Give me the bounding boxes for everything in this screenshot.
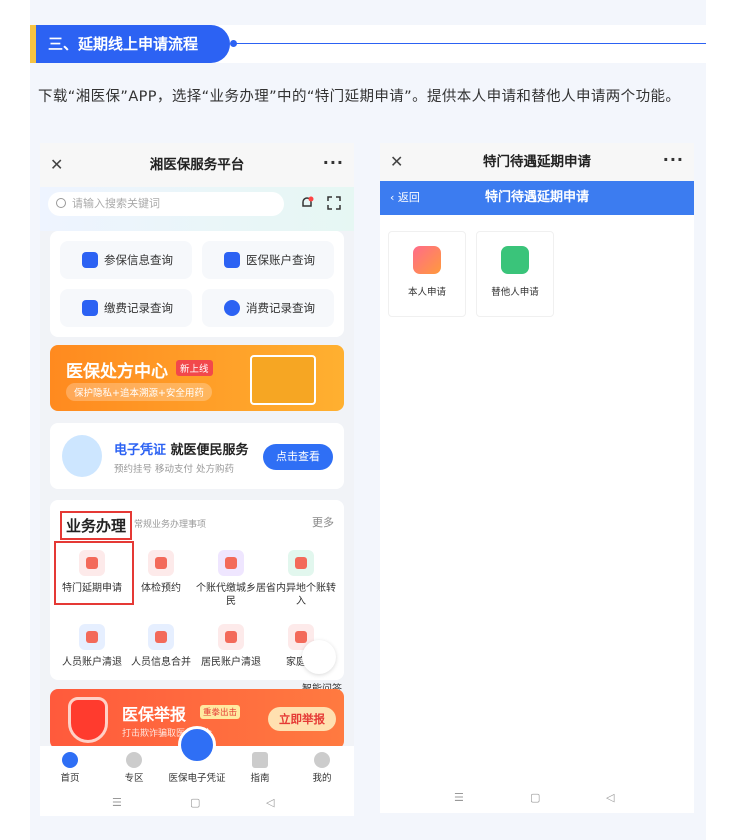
home-nav-icon[interactable]: ▢ [530, 791, 540, 804]
wallet-icon [218, 550, 244, 576]
home-nav-icon[interactable]: ▢ [190, 796, 200, 809]
back-button[interactable]: ‹ 返回 [390, 181, 420, 215]
app-title-bar: ✕ 特门待遇延期申请 ··· [380, 143, 694, 181]
more-icon[interactable]: ··· [323, 143, 344, 187]
page-header: ‹ 返回 特门待遇延期申请 [380, 181, 694, 215]
proxy-apply-option[interactable]: 替他人申请 [476, 231, 554, 317]
merge-info-item[interactable]: 人员信息合并 [124, 624, 198, 669]
business-title: 业务办理 [60, 511, 133, 540]
app-home-screenshot: ✕ 湘医保服务平台 ··· 请输入搜索关键词 参保信息查询 医保账户查询 缴费记… [40, 143, 354, 816]
section-divider [234, 43, 706, 44]
system-nav: ☰ ▢ ◁ [380, 787, 694, 811]
search-input[interactable]: 请输入搜索关键词 [48, 192, 284, 216]
clipboard-icon [501, 246, 529, 274]
headset-icon[interactable] [302, 640, 336, 674]
view-button[interactable]: 点击查看 [263, 444, 333, 470]
intro-text: 下载“湘医保”APP，选择“业务办理”中的“特门延期申请”。提供本人申请和替他人… [38, 89, 681, 105]
insurance-info-button[interactable]: 参保信息查询 [60, 241, 192, 279]
tab-zone[interactable]: 专区 [104, 770, 164, 784]
card-icon [82, 252, 98, 268]
highlight-box [54, 541, 134, 605]
account-query-button[interactable]: 医保账户查询 [202, 241, 334, 279]
wallet-icon [224, 252, 240, 268]
scan-icon[interactable] [327, 196, 341, 210]
id-card-icon [413, 246, 441, 274]
page-title: 特门待遇延期申请 [484, 190, 589, 205]
bell-icon[interactable] [300, 196, 314, 210]
guide-icon [252, 752, 268, 768]
close-icon[interactable]: ✕ [390, 143, 403, 181]
evoucher-subtitle: 预约挂号 移动支付 处方购药 [114, 464, 235, 475]
back-icon[interactable]: ◁ [266, 796, 274, 809]
evoucher-card: 电子凭证 就医便民服务 预约挂号 移动支付 处方购药 点击查看 [50, 423, 344, 489]
app-title: 特门待遇延期申请 [483, 154, 591, 170]
business-subtitle: 常规业务办理事项 [134, 520, 207, 530]
profile-icon [314, 752, 330, 768]
tab-guide[interactable]: 指南 [230, 770, 290, 784]
yuan-icon [224, 300, 240, 316]
zone-icon [126, 752, 142, 768]
proxy-payment-item[interactable]: 个账代缴城乡居民 [194, 550, 268, 608]
transfer-item[interactable]: 省内异地个账转入 [264, 550, 338, 608]
section-title: 三、延期线上申请流程 [36, 25, 230, 63]
person-icon [79, 624, 105, 650]
house-icon [218, 624, 244, 650]
menu-icon[interactable]: ☰ [112, 796, 122, 809]
tab-evoucher[interactable]: 医保电子凭证 [160, 770, 234, 784]
person-icon [148, 624, 174, 650]
extension-screenshot: ✕ 特门待遇延期申请 ··· ‹ 返回 特门待遇延期申请 本人申请 替他人申请 … [380, 143, 694, 813]
section-divider-dot [230, 40, 237, 47]
tab-mine[interactable]: 我的 [292, 770, 352, 784]
shield-icon [68, 697, 108, 743]
card-icon [82, 300, 98, 316]
more-icon[interactable]: ··· [663, 143, 684, 181]
self-apply-option[interactable]: 本人申请 [388, 231, 466, 317]
search-icon [56, 198, 66, 208]
tab-home[interactable]: 首页 [40, 770, 100, 784]
home-icon [62, 752, 78, 768]
more-link[interactable]: 更多 [312, 514, 334, 530]
report-button[interactable]: 立即举报 [268, 707, 336, 731]
doctor-avatar [62, 435, 102, 477]
house-icon [148, 550, 174, 576]
payment-record-button[interactable]: 缴费记录查询 [60, 289, 192, 327]
quick-query-card: 参保信息查询 医保账户查询 缴费记录查询 消费记录查询 [50, 231, 344, 337]
qrcode-icon[interactable] [178, 726, 216, 764]
menu-icon[interactable]: ☰ [454, 791, 464, 804]
consumption-record-button[interactable]: 消费记录查询 [202, 289, 334, 327]
transfer-icon [288, 550, 314, 576]
pharmacy-illustration [250, 355, 316, 405]
account-clear-item[interactable]: 人员账户清退 [55, 624, 129, 669]
app-title-bar: ✕ 湘医保服务平台 ··· [40, 143, 354, 187]
app-title: 湘医保服务平台 [149, 157, 245, 173]
close-icon[interactable]: ✕ [50, 143, 63, 187]
checkup-item[interactable]: 体检预约 [124, 550, 198, 595]
system-nav: ☰ ▢ ◁ [40, 792, 354, 816]
resident-clear-item[interactable]: 居民账户清退 [194, 624, 268, 669]
prescription-banner[interactable]: 医保处方中心 新上线 保护隐私+追本溯源+安全用药 [50, 345, 344, 411]
evoucher-title: 电子凭证 就医便民服务 [114, 443, 249, 458]
back-icon[interactable]: ◁ [606, 791, 614, 804]
